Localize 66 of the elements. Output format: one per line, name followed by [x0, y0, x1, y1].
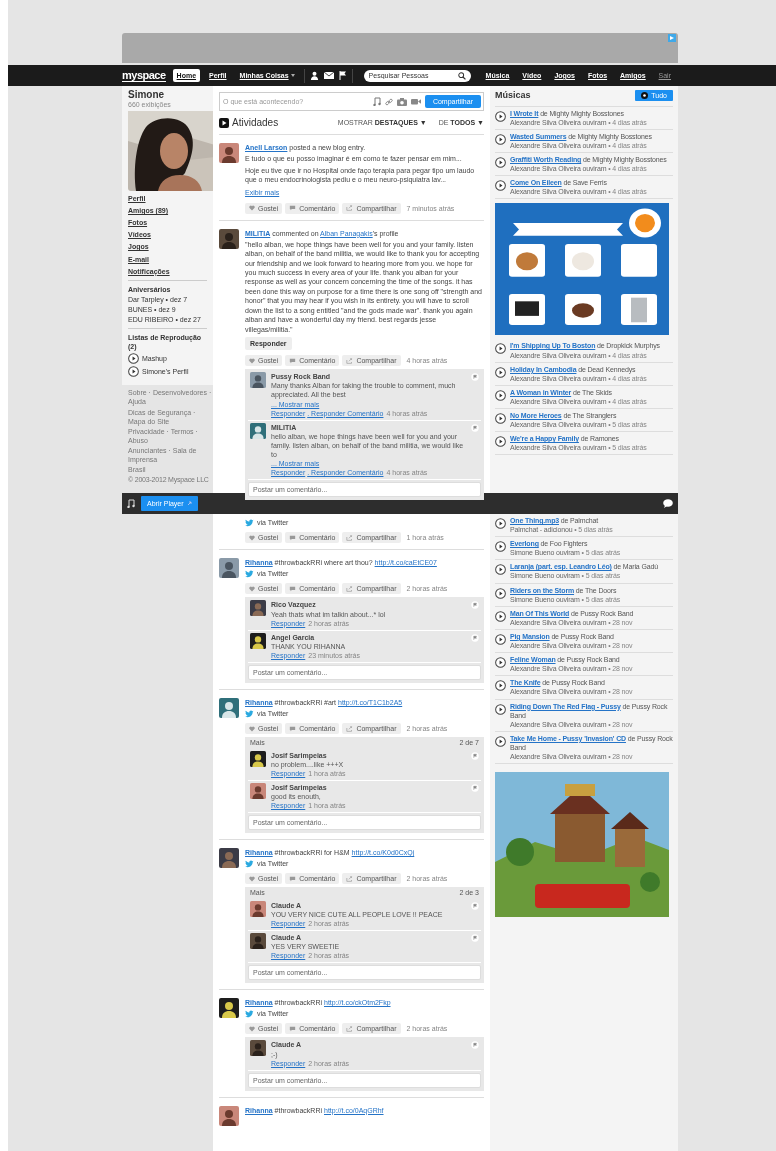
play-icon[interactable]: [495, 633, 506, 645]
bird-icon: [245, 569, 254, 578]
bird-icon: [245, 859, 254, 868]
section-title: Atividades: [232, 116, 279, 129]
play-icon[interactable]: [495, 518, 506, 529]
speech-bubble-icon: [289, 875, 297, 882]
bird-icon: [245, 1009, 254, 1018]
speech-bubble-icon: [289, 357, 297, 364]
speech-bubble-icon: [289, 725, 297, 732]
mail-icon[interactable]: [323, 72, 334, 79]
play-icon[interactable]: [495, 657, 506, 669]
caret-icon: [290, 74, 295, 77]
speech-bubble-icon: [289, 534, 297, 541]
play-icon[interactable]: [495, 735, 506, 747]
play-icon[interactable]: [495, 389, 506, 401]
external-link-icon: [186, 501, 192, 506]
profile-name: Simone: [128, 89, 166, 100]
activity-icon: [219, 117, 229, 128]
share-icon: [346, 205, 354, 212]
play-icon[interactable]: [495, 564, 506, 576]
flag-icon[interactable]: [338, 71, 347, 80]
speech-bubble-icon: [289, 585, 297, 592]
person-icon[interactable]: [309, 71, 319, 80]
heart-icon: [249, 585, 255, 592]
share-icon: [346, 534, 354, 541]
play-icon[interactable]: [128, 353, 139, 365]
play-icon[interactable]: [495, 157, 506, 169]
heart-icon: [249, 1025, 255, 1032]
share-icon: [346, 725, 354, 732]
speech-bubble-icon: [289, 205, 297, 212]
play-icon[interactable]: [495, 680, 506, 692]
play-icon[interactable]: [128, 366, 139, 378]
music-note-icon[interactable]: [372, 97, 381, 106]
logo[interactable]: myspace: [122, 69, 166, 82]
section-title: Músicas: [495, 90, 531, 102]
circle-icon: [641, 92, 649, 100]
bird-icon: [245, 709, 254, 718]
heart-icon: [249, 875, 255, 882]
play-icon[interactable]: [495, 180, 506, 192]
heart-icon: [249, 357, 255, 364]
chat-bubble-icon[interactable]: [663, 499, 673, 508]
play-icon[interactable]: [495, 343, 506, 355]
video-camera-icon[interactable]: [410, 98, 421, 105]
search-icon[interactable]: [457, 71, 466, 80]
play-icon[interactable]: [495, 541, 506, 553]
play-icon[interactable]: [495, 703, 506, 715]
share-icon: [346, 875, 354, 882]
heart-icon: [249, 205, 255, 212]
play-icon[interactable]: [495, 436, 506, 448]
speech-bubble-icon: [289, 1025, 297, 1032]
share-icon: [346, 357, 354, 364]
ad-choices-icon[interactable]: [667, 34, 676, 42]
music-note-icon[interactable]: [127, 499, 135, 508]
play-icon[interactable]: [495, 366, 506, 378]
bird-icon: [245, 518, 254, 527]
share-icon: [346, 1025, 354, 1032]
play-icon[interactable]: [495, 610, 506, 622]
heart-icon: [249, 725, 255, 732]
play-icon[interactable]: [495, 133, 506, 145]
heart-icon: [249, 534, 255, 541]
share-icon: [346, 585, 354, 592]
play-icon[interactable]: [495, 110, 506, 122]
play-icon[interactable]: [495, 587, 506, 599]
link-icon[interactable]: [384, 97, 393, 106]
camera-icon[interactable]: [396, 97, 407, 106]
play-icon[interactable]: [495, 413, 506, 424]
